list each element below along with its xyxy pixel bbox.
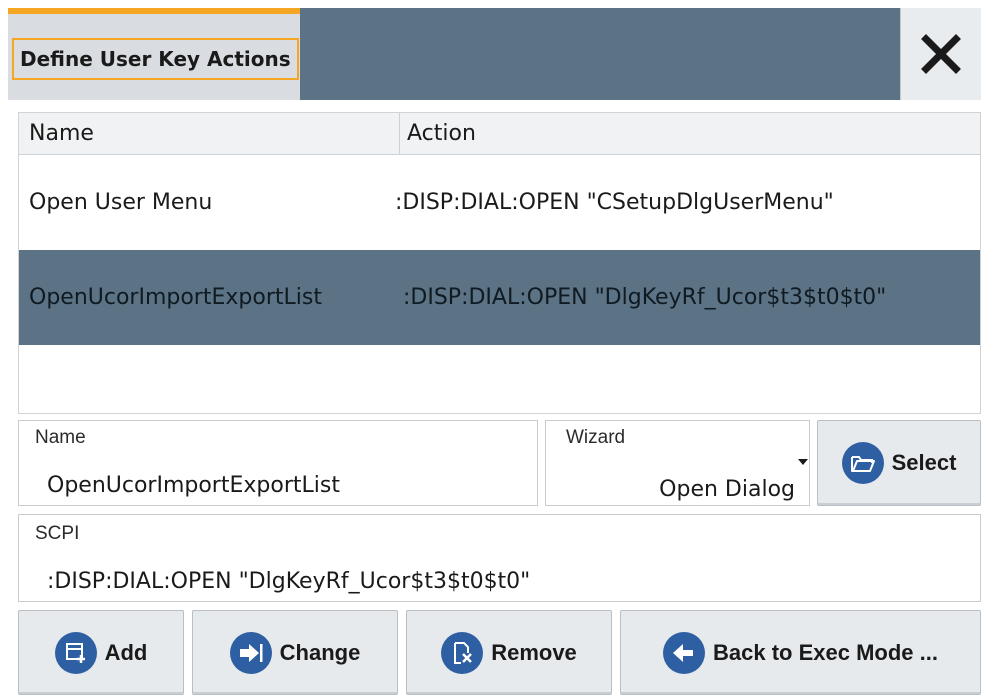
dialog-title-tab: Define User Key Actions bbox=[8, 8, 300, 100]
remove-button[interactable]: Remove bbox=[406, 610, 612, 695]
column-header-name: Name bbox=[29, 121, 94, 146]
back-button-label: Back to Exec Mode ... bbox=[713, 639, 938, 665]
add-button[interactable]: Add bbox=[18, 610, 184, 695]
close-button[interactable] bbox=[900, 8, 981, 100]
wizard-value: Open Dialog bbox=[659, 477, 795, 502]
table-row-selected[interactable]: OpenUcorImportExportList :DISP:DIAL:OPEN… bbox=[19, 250, 980, 345]
row-action-cell: :DISP:DIAL:OPEN "DlgKeyRf_Ucor$t3$t0$t0" bbox=[403, 285, 887, 310]
arrow-right-bar-icon bbox=[229, 631, 272, 674]
column-header-action: Action bbox=[407, 121, 476, 146]
chevron-down-icon bbox=[798, 459, 808, 465]
select-button[interactable]: Select bbox=[817, 420, 981, 506]
table-header: Name Action bbox=[19, 113, 980, 155]
add-button-label: Add bbox=[104, 639, 148, 665]
scpi-label: SCPI bbox=[35, 523, 80, 544]
table-row[interactable]: Open User Menu :DISP:DIAL:OPEN "CSetupDl… bbox=[19, 155, 980, 250]
column-divider bbox=[399, 113, 400, 155]
name-field[interactable]: Name OpenUcorImportExportList bbox=[18, 420, 538, 506]
row-name-cell: Open User Menu bbox=[29, 190, 213, 215]
wizard-dropdown[interactable]: Wizard Open Dialog bbox=[545, 420, 810, 506]
change-button[interactable]: Change bbox=[192, 610, 398, 695]
user-key-actions-table: Name Action Open User Menu :DISP:DIAL:OP… bbox=[18, 112, 981, 414]
scpi-field[interactable]: SCPI :DISP:DIAL:OPEN "DlgKeyRf_Ucor$t3$t… bbox=[18, 514, 981, 602]
row-action-cell: :DISP:DIAL:OPEN "CSetupDlgUserMenu" bbox=[395, 190, 834, 215]
close-icon bbox=[921, 34, 961, 74]
row-name-cell: OpenUcorImportExportList bbox=[29, 285, 322, 310]
title-bar bbox=[300, 8, 900, 100]
folder-open-icon bbox=[841, 442, 884, 484]
remove-doc-icon bbox=[441, 631, 484, 674]
remove-button-label: Remove bbox=[491, 639, 577, 665]
arrow-left-icon bbox=[663, 631, 706, 674]
dialog-title: Define User Key Actions bbox=[12, 38, 299, 80]
back-to-exec-mode-button[interactable]: Back to Exec Mode ... bbox=[620, 610, 981, 695]
name-field-value: OpenUcorImportExportList bbox=[47, 473, 340, 498]
change-button-label: Change bbox=[279, 639, 361, 665]
select-button-label: Select bbox=[891, 450, 957, 475]
scpi-value: :DISP:DIAL:OPEN "DlgKeyRf_Ucor$t3$t0$t0" bbox=[47, 569, 531, 594]
add-list-icon bbox=[54, 631, 97, 674]
name-field-label: Name bbox=[35, 427, 86, 448]
wizard-label: Wizard bbox=[566, 427, 626, 448]
